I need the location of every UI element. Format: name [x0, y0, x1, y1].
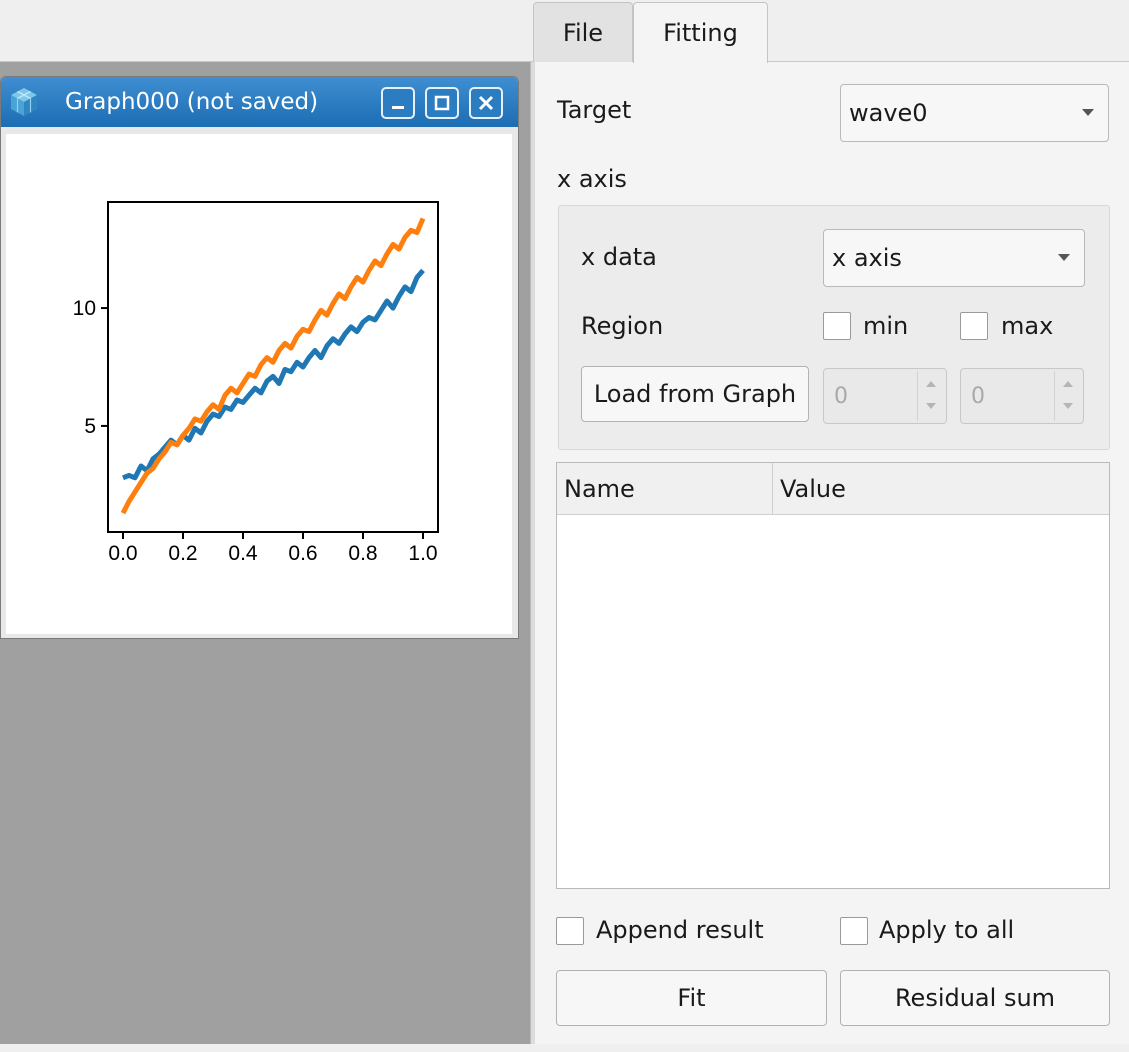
column-header-value[interactable]: Value — [773, 463, 1109, 515]
fit-button[interactable]: Fit — [556, 970, 827, 1026]
region-max-value: 0 — [971, 383, 985, 409]
line-chart: 0.0 0.2 0.4 0.6 0.8 1.0 5 10 — [73, 201, 439, 565]
tab-fitting[interactable]: Fitting — [633, 2, 768, 63]
graph-titlebar[interactable]: Graph000 (not saved) — [1, 77, 518, 127]
x-tick-label: 0.4 — [228, 542, 258, 565]
residual-sum-button[interactable]: Residual sum — [840, 970, 1110, 1026]
x-tick-label: 0.0 — [108, 542, 137, 565]
graph-window[interactable]: Graph000 (not saved) 0.0 0.2 0.4 0.6 0.8 1.0 5… — [0, 76, 519, 639]
append-result-label[interactable]: Append result — [596, 916, 764, 944]
spin-up-icon — [926, 381, 936, 387]
x-tick-label: 0.2 — [168, 542, 197, 565]
spin-up-icon — [1063, 381, 1073, 387]
target-label: Target — [557, 96, 632, 124]
x-data-label: x data — [581, 243, 657, 271]
x-data-value: x axis — [832, 244, 902, 272]
tab-file[interactable]: File — [533, 2, 633, 62]
minimize-button[interactable] — [381, 87, 415, 119]
y-tick-label: 10 — [73, 297, 96, 320]
x-tick-label: 0.6 — [288, 542, 317, 565]
spin-buttons[interactable] — [917, 371, 944, 421]
append-result-checkbox[interactable] — [556, 917, 584, 945]
minimize-icon — [392, 106, 404, 109]
parameters-table[interactable]: Name Value — [556, 462, 1110, 889]
table-header: Name Value — [557, 463, 1109, 515]
region-label: Region — [581, 312, 664, 340]
x-axis-section-label: x axis — [557, 165, 627, 193]
spin-buttons[interactable] — [1054, 371, 1081, 421]
region-max-spinbox[interactable]: 0 — [960, 368, 1084, 424]
min-checkbox[interactable] — [823, 312, 851, 340]
chevron-down-icon — [1058, 254, 1070, 261]
region-min-spinbox[interactable]: 0 — [823, 368, 947, 424]
x-data-combo[interactable]: x axis — [823, 229, 1085, 287]
spin-down-icon — [926, 403, 936, 409]
maximize-icon — [434, 95, 450, 111]
close-icon — [478, 95, 494, 111]
max-label[interactable]: max — [1001, 312, 1053, 340]
app-icon — [11, 88, 37, 116]
plot-canvas[interactable]: 0.0 0.2 0.4 0.6 0.8 1.0 5 10 — [6, 134, 512, 634]
spin-down-icon — [1063, 403, 1073, 409]
target-value: wave0 — [849, 99, 928, 127]
load-from-graph-button[interactable]: Load from Graph — [581, 366, 809, 422]
target-combo[interactable]: wave0 — [840, 84, 1109, 142]
column-header-name[interactable]: Name — [557, 463, 773, 515]
apply-to-all-label[interactable]: Apply to all — [879, 916, 1014, 944]
close-button[interactable] — [469, 87, 503, 119]
x-tick-label: 1.0 — [408, 542, 437, 565]
maximize-button[interactable] — [425, 87, 459, 119]
y-tick-label: 5 — [84, 415, 96, 438]
apply-to-all-checkbox[interactable] — [840, 917, 868, 945]
series-line-1 — [120, 217, 426, 515]
region-min-value: 0 — [834, 383, 848, 409]
min-label[interactable]: min — [863, 312, 908, 340]
graph-window-title: Graph000 (not saved) — [65, 89, 319, 115]
x-tick-label: 0.8 — [348, 542, 377, 565]
max-checkbox[interactable] — [960, 312, 988, 340]
chevron-down-icon — [1082, 109, 1094, 116]
